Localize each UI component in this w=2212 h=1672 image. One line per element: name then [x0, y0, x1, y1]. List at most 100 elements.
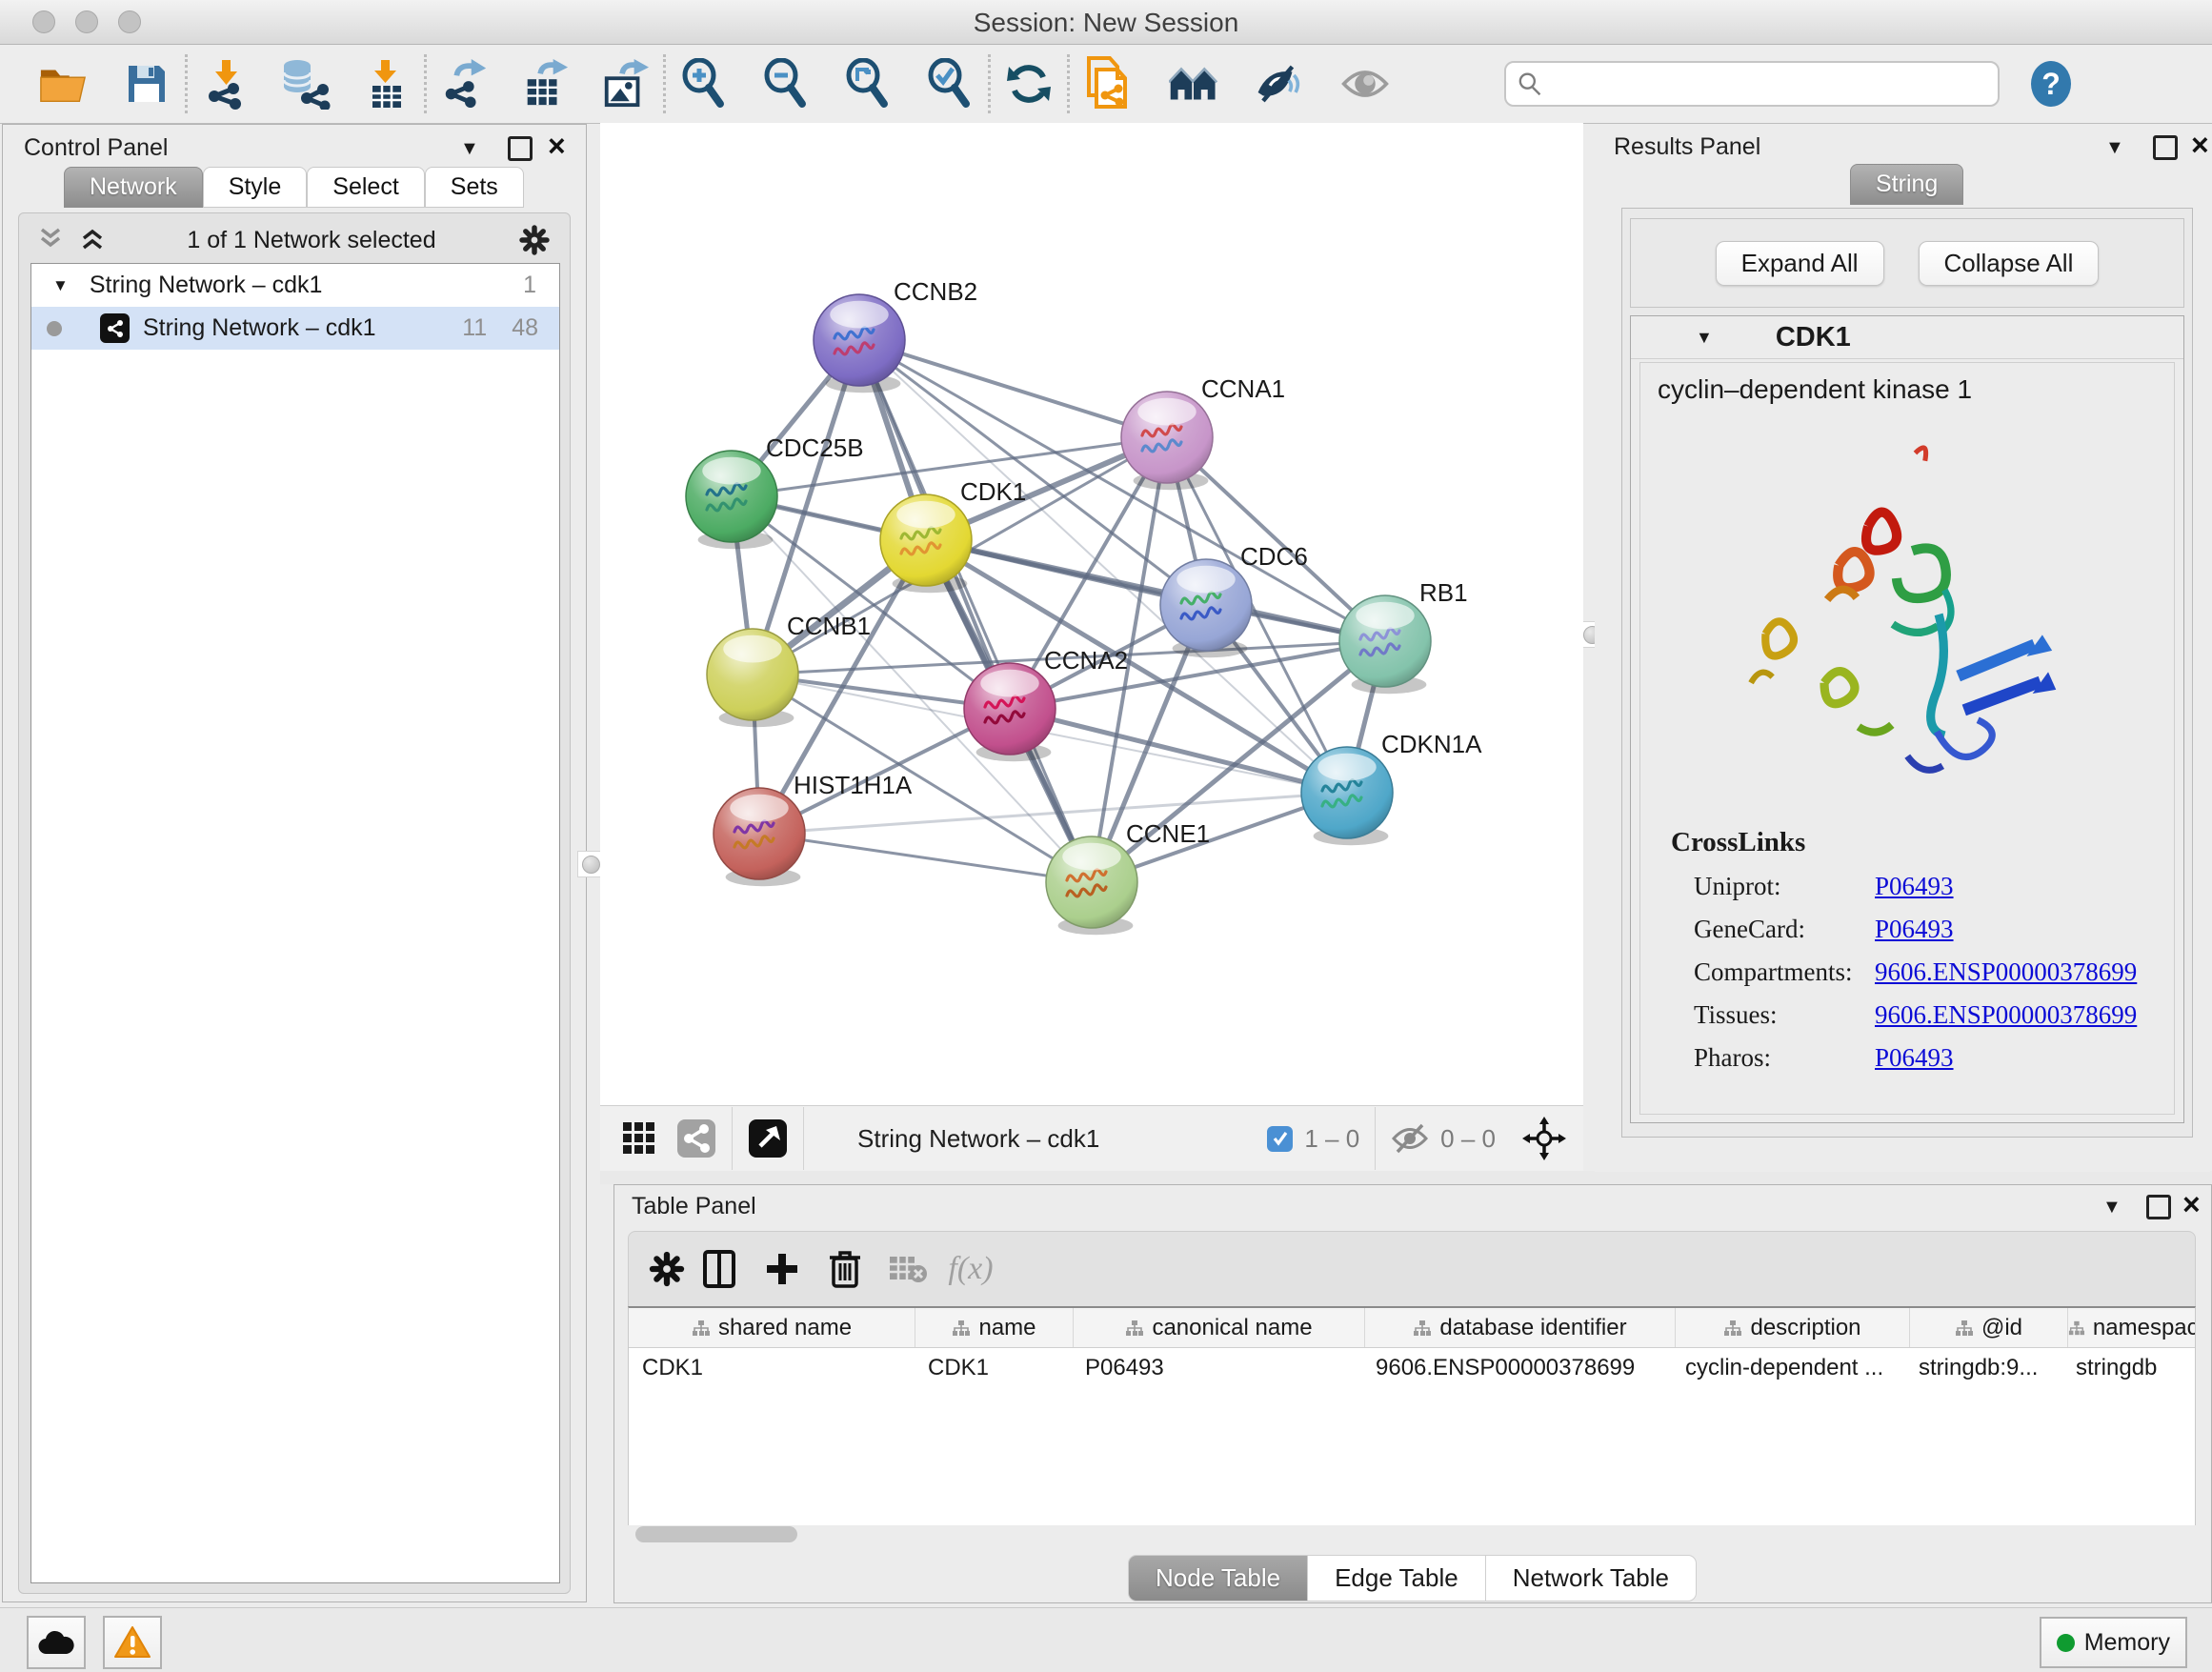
table-toolbar: f(x) — [628, 1231, 2196, 1307]
collapse-all-button[interactable]: Collapse All — [1919, 241, 2100, 286]
crosslink-link[interactable]: 9606.ENSP00000378699 — [1875, 957, 2137, 987]
delete-column-trash-icon[interactable] — [814, 1238, 876, 1300]
pan-crosshair-icon[interactable] — [1522, 1117, 1566, 1160]
node-CDKN1A[interactable]: CDKN1A — [1301, 730, 1482, 845]
section-expander-icon[interactable]: ▼ — [1696, 328, 1713, 348]
results-panel-close-icon[interactable]: × — [2191, 133, 2209, 156]
warning-button[interactable] — [103, 1616, 162, 1669]
export-network-icon[interactable] — [440, 57, 490, 111]
edge-HIST1H1A-CCNE1[interactable] — [759, 834, 1092, 882]
tab-style[interactable]: Style — [203, 167, 308, 208]
tab-network-table[interactable]: Network Table — [1485, 1555, 1697, 1601]
import-table-file-icon[interactable] — [361, 57, 411, 111]
table-panel-collapse-icon[interactable]: ▼ — [2102, 1197, 2122, 1219]
node-CDC6[interactable]: CDC6 — [1160, 542, 1308, 657]
network-label: String Network – cdk1 — [143, 314, 376, 342]
export-image-icon[interactable] — [600, 57, 650, 111]
network-tree-root-row[interactable]: ▼ String Network – cdk1 1 — [31, 264, 559, 307]
protein-section: ▼ CDK1 cyclin–dependent kinase 1 — [1630, 315, 2184, 1123]
edge-CCNA2-CDKN1A[interactable] — [1010, 709, 1347, 793]
column-header--id[interactable]: @id — [1910, 1308, 2068, 1347]
new-network-from-selection-icon[interactable] — [1083, 57, 1133, 111]
tab-sets[interactable]: Sets — [425, 167, 524, 208]
column-header-name[interactable]: name — [915, 1308, 1074, 1347]
zoom-selected-icon[interactable] — [925, 57, 975, 111]
import-network-file-icon[interactable] — [201, 57, 251, 111]
crosslink-link[interactable]: P06493 — [1875, 872, 1954, 901]
cloud-button[interactable] — [27, 1616, 86, 1669]
node-CCNB2[interactable]: CCNB2 — [814, 277, 977, 393]
search-input[interactable] — [1542, 70, 1986, 98]
node-CDC25B[interactable]: CDC25B — [686, 433, 864, 549]
horizontal-splitter[interactable] — [600, 1171, 2212, 1184]
crosslink-row: Pharos:P06493 — [1694, 1043, 2174, 1073]
edge-CCNB2-RB1[interactable] — [859, 340, 1385, 641]
node-label-CDKN1A: CDKN1A — [1381, 730, 1482, 758]
column-header-canonical-name[interactable]: canonical name — [1074, 1308, 1365, 1347]
zoom-fit-icon[interactable] — [843, 57, 893, 111]
results-panel-collapse-icon[interactable]: ▼ — [2105, 137, 2124, 159]
import-network-database-icon[interactable] — [281, 57, 331, 111]
apply-layout-refresh-icon[interactable] — [1004, 57, 1054, 111]
node-label-CDC25B: CDC25B — [766, 433, 864, 462]
edge-CCNB2-CCNA1[interactable] — [859, 340, 1167, 437]
save-session-icon[interactable] — [122, 57, 171, 111]
crosslink-label: Uniprot: — [1694, 872, 1875, 901]
expand-all-icon[interactable] — [78, 227, 107, 253]
protein-section-header[interactable]: ▼ CDK1 — [1631, 316, 2183, 359]
crosslink-label: GeneCard: — [1694, 915, 1875, 944]
node-RB1[interactable]: RB1 — [1339, 578, 1468, 694]
table-panel-float-icon[interactable] — [2146, 1195, 2171, 1224]
tab-network[interactable]: Network — [64, 167, 203, 208]
control-panel-close-icon[interactable]: × — [548, 134, 566, 157]
memory-button[interactable]: Memory — [2040, 1617, 2187, 1668]
table-options-gear-icon[interactable] — [646, 1248, 688, 1290]
node-CDK1[interactable]: CDK1 — [880, 477, 1026, 593]
collapse-all-icon[interactable] — [36, 227, 65, 253]
tab-select[interactable]: Select — [307, 167, 424, 208]
results-panel-title: Results Panel — [1614, 133, 1760, 161]
hide-selected-eye-icon[interactable] — [1255, 57, 1304, 111]
grid-view-icon[interactable] — [621, 1120, 657, 1157]
network-tree-network-row[interactable]: String Network – cdk1 11 48 — [31, 307, 559, 350]
toolbar-search[interactable] — [1504, 61, 2000, 107]
table-panel-close-icon[interactable]: × — [2182, 1193, 2201, 1216]
table-hscrollbar-thumb[interactable] — [635, 1526, 797, 1542]
zoom-in-icon[interactable] — [679, 57, 729, 111]
help-icon[interactable]: ? — [2026, 57, 2076, 111]
toolbar-separator — [803, 1107, 804, 1170]
export-table-icon[interactable] — [520, 57, 570, 111]
string-home-icon[interactable] — [1169, 57, 1218, 111]
network-status-dot — [47, 321, 62, 336]
open-folder-icon[interactable] — [38, 57, 88, 111]
hidden-eye-icon[interactable] — [1391, 1123, 1429, 1154]
control-panel-collapse-icon[interactable]: ▼ — [460, 138, 479, 160]
crosslink-link[interactable]: P06493 — [1875, 915, 1954, 944]
tab-string[interactable]: String — [1850, 164, 1963, 205]
zoom-out-icon[interactable] — [761, 57, 811, 111]
table-row[interactable]: CDK1CDK1P064939606.ENSP00000378699cyclin… — [629, 1348, 2195, 1388]
add-column-icon[interactable] — [751, 1238, 814, 1300]
column-header-description[interactable]: description — [1676, 1308, 1910, 1347]
column-header-namespace[interactable]: namespace — [2068, 1308, 2196, 1347]
column-header-shared-name[interactable]: shared name — [629, 1308, 915, 1347]
column-header-database-identifier[interactable]: database identifier — [1365, 1308, 1676, 1347]
edge-CCNB2-CCNE1[interactable] — [859, 340, 1092, 882]
crosslink-link[interactable]: P06493 — [1875, 1043, 1954, 1073]
birdseye-view-icon[interactable] — [748, 1118, 788, 1158]
crosslink-label: Pharos: — [1694, 1043, 1875, 1073]
network-view-canvas[interactable]: CCNB2CCNA1CDC25BCDK1CDC6RB1CCNB1CCNA2HIS… — [600, 123, 1583, 1105]
status-bar: Memory — [0, 1607, 2212, 1672]
show-columns-icon[interactable] — [688, 1238, 751, 1300]
tree-expander-icon[interactable]: ▼ — [52, 276, 69, 295]
network-options-gear-icon[interactable] — [516, 222, 553, 258]
tab-edge-table[interactable]: Edge Table — [1307, 1555, 1486, 1601]
results-panel-float-icon[interactable] — [2153, 135, 2178, 165]
tab-node-table[interactable]: Node Table — [1128, 1555, 1308, 1601]
crosslink-link[interactable]: 9606.ENSP00000378699 — [1875, 1000, 2137, 1030]
selected-checkbox-icon[interactable] — [1267, 1126, 1293, 1152]
network-view-mode-icon[interactable] — [676, 1118, 716, 1158]
results-panel: Results Panel ▼ × String Expand All Coll… — [1595, 124, 2210, 1172]
expand-all-button[interactable]: Expand All — [1716, 241, 1884, 286]
control-panel-float-icon[interactable] — [508, 136, 533, 166]
